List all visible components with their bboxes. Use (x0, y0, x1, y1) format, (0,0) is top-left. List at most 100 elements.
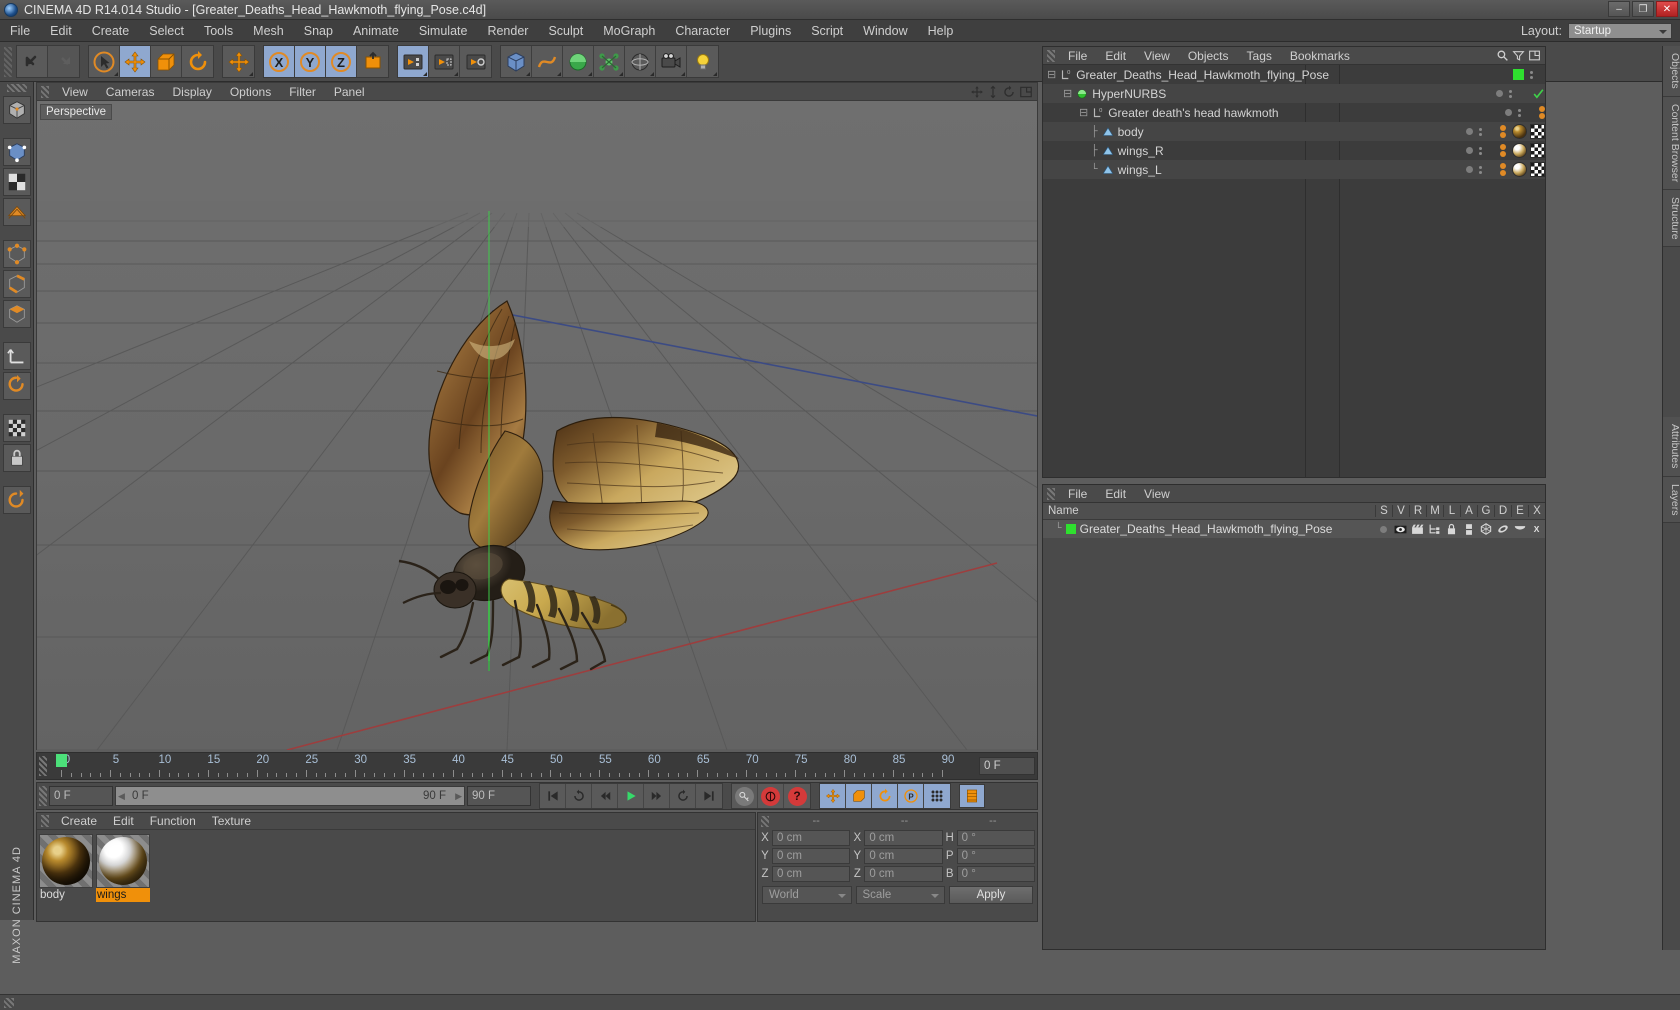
object-tags[interactable] (1506, 143, 1545, 158)
layer-column-m[interactable]: M (1426, 505, 1443, 517)
expand-collapse-icon[interactable]: ⊟ (1047, 68, 1056, 82)
object-menu-objects[interactable]: Objects (1179, 47, 1238, 65)
position-z-field[interactable]: 0 cm (772, 866, 851, 882)
material-tag-icon[interactable] (1512, 143, 1527, 158)
visibility-dots-icon[interactable] (1518, 108, 1521, 117)
render-region-button[interactable] (429, 46, 460, 77)
expand-collapse-icon[interactable]: ⊟ (1079, 106, 1088, 120)
go-to-end-button[interactable] (696, 784, 722, 808)
material-thumbnail[interactable] (96, 834, 150, 888)
menu-sculpt[interactable]: Sculpt (538, 20, 593, 42)
layer-cell-visible[interactable] (1392, 524, 1409, 535)
apply-button[interactable]: Apply (949, 886, 1033, 904)
menu-select[interactable]: Select (139, 20, 194, 42)
object-row-root[interactable]: ⊟ 0 Greater_Deaths_Head_Hawkmoth_flying_… (1043, 65, 1545, 84)
close-button[interactable]: ✕ (1656, 1, 1678, 17)
keyframe-selection-button[interactable]: ? (784, 784, 810, 808)
polygons-mode-button[interactable] (2, 300, 31, 328)
visibility-dots-icon[interactable] (1479, 127, 1482, 136)
object-name[interactable]: wings_R (1118, 144, 1164, 158)
live-selection-tool[interactable] (89, 46, 120, 77)
scale-tool[interactable] (151, 46, 182, 77)
object-visibility-dots[interactable] (1482, 89, 1526, 98)
visibility-dots-icon[interactable] (1479, 146, 1482, 155)
layer-column-d[interactable]: D (1494, 505, 1511, 517)
layer-name[interactable]: Greater_Deaths_Head_Hawkmoth_flying_Pose (1080, 522, 1333, 536)
menu-window[interactable]: Window (853, 20, 917, 42)
editor-visibility-dot[interactable] (1496, 90, 1503, 97)
layer-cell-animation[interactable] (1460, 523, 1477, 536)
viewport-menu-options[interactable]: Options (221, 83, 280, 101)
rotation-b-field[interactable]: 0 ° (956, 866, 1035, 882)
object-tags[interactable] (1526, 87, 1545, 100)
layer-cell-render[interactable] (1409, 523, 1426, 535)
autokeying-button[interactable] (758, 784, 784, 808)
pla-record-button[interactable]: P (898, 784, 924, 808)
menu-file[interactable]: File (0, 20, 40, 42)
timeline-settings-button[interactable] (959, 784, 985, 808)
polygon-mode-button[interactable] (2, 198, 31, 226)
visibility-dots-icon[interactable] (1530, 70, 1533, 79)
layer-cell-solo[interactable] (1375, 525, 1392, 533)
menu-simulate[interactable]: Simulate (409, 20, 478, 42)
layer-menu-edit[interactable]: Edit (1096, 485, 1135, 503)
layer-name-wrap[interactable]: └ Greater_Deaths_Head_Hawkmoth_flying_Po… (1043, 522, 1375, 536)
object-row-hypernurbs[interactable]: ⊟ HyperNURBS (1043, 84, 1545, 103)
layer-cell-xpresso[interactable]: X (1528, 523, 1545, 535)
material-menu-function[interactable]: Function (142, 813, 204, 830)
object-row-wings-l[interactable]: └ wings_L (1043, 160, 1545, 179)
tag-handle-dots-icon[interactable] (1496, 125, 1506, 138)
visibility-dots-icon[interactable] (1509, 89, 1512, 98)
viewport-canvas[interactable]: Perspective (37, 101, 1037, 750)
tab-attributes[interactable]: Attributes (1663, 417, 1680, 477)
visibility-dots-icon[interactable] (1479, 165, 1482, 174)
model-mode-button[interactable] (2, 138, 31, 166)
object-name[interactable]: Greater_Deaths_Head_Hawkmoth_flying_Pose (1076, 68, 1329, 82)
layer-cell-deformer[interactable] (1494, 522, 1511, 536)
menu-help[interactable]: Help (918, 20, 964, 42)
layer-color-swatch[interactable] (1065, 524, 1076, 534)
menu-snap[interactable]: Snap (294, 20, 343, 42)
add-environment-button[interactable] (625, 46, 656, 77)
material-grip[interactable] (41, 815, 49, 827)
object-menu-bookmarks[interactable]: Bookmarks (1281, 47, 1359, 65)
menu-render[interactable]: Render (477, 20, 538, 42)
rotation-p-field[interactable]: 0 ° (956, 848, 1035, 864)
scale-record-button[interactable] (846, 784, 872, 808)
material-item-body[interactable]: body (39, 834, 93, 902)
object-name[interactable]: body (1118, 125, 1144, 139)
material-menu-texture[interactable]: Texture (204, 813, 259, 830)
maximize-button[interactable]: ❐ (1632, 1, 1654, 17)
coordinate-system-dropdown[interactable]: World (762, 886, 852, 904)
left-toolbar-grip[interactable] (6, 84, 27, 92)
object-row-moth-null[interactable]: ⊟ 0 Greater death's head hawkmoth (1043, 103, 1545, 122)
undo-button[interactable] (17, 46, 48, 77)
rotation-h-field[interactable]: 0 ° (956, 830, 1035, 846)
move-tool[interactable] (120, 46, 151, 77)
point-level-animation-button[interactable] (924, 784, 950, 808)
object-row-name-wrap[interactable]: ⊟ 0 Greater death's head hawkmoth (1043, 106, 1491, 120)
coordinate-mode-dropdown[interactable]: Scale (855, 886, 945, 904)
next-frame-button[interactable] (644, 784, 670, 808)
preview-range-slider[interactable]: ◀ 0 F 90 F ▶ (115, 786, 465, 806)
next-key-button[interactable] (670, 784, 696, 808)
axis-mode-button[interactable] (2, 342, 31, 370)
layer-menu-file[interactable]: File (1059, 485, 1096, 503)
material-menu-edit[interactable]: Edit (105, 813, 142, 830)
object-visibility-dots[interactable] (1452, 127, 1496, 136)
record-active-objects-button[interactable] (732, 784, 758, 808)
menu-animate[interactable]: Animate (343, 20, 409, 42)
object-menu-view[interactable]: View (1135, 47, 1179, 65)
viewport-menu-cameras[interactable]: Cameras (97, 83, 164, 101)
layer-column-r[interactable]: R (1409, 505, 1426, 517)
layer-column-x[interactable]: X (1528, 505, 1545, 517)
size-y-field[interactable]: 0 cm (864, 848, 943, 864)
layer-column-e[interactable]: E (1511, 505, 1528, 517)
lock-y-axis-button[interactable]: Y (295, 46, 326, 77)
layer-column-a[interactable]: A (1460, 505, 1477, 517)
object-row-wings-r[interactable]: ├ wings_R (1043, 141, 1545, 160)
dynamic-place-tool[interactable] (223, 46, 254, 77)
position-record-button[interactable] (820, 784, 846, 808)
redo-button[interactable] (48, 46, 79, 77)
previous-key-button[interactable] (566, 784, 592, 808)
